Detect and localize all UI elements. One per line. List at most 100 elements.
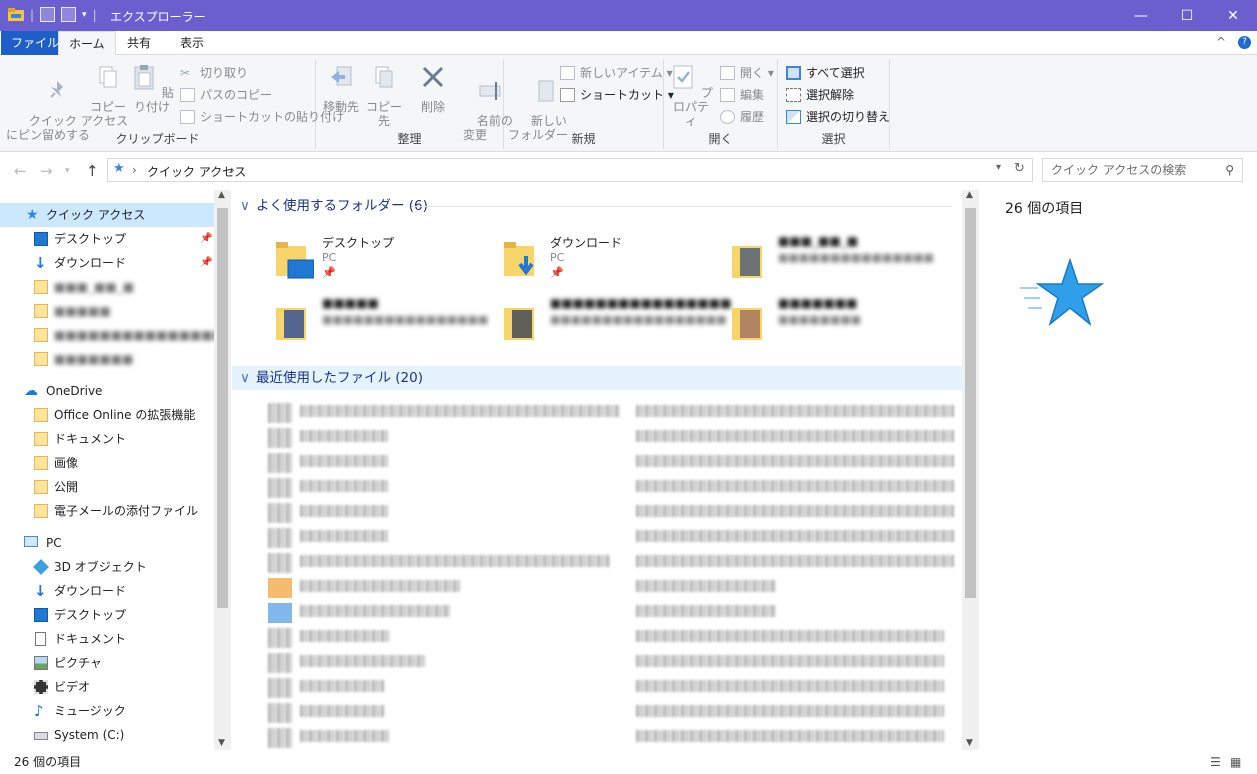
open-group: プロパティ 開く ▾ 編集 履歴 開く (664, 59, 778, 149)
forward-arrow-icon[interactable]: → (40, 162, 53, 180)
paste-button[interactable]: 貼り付け (128, 63, 176, 114)
recent-file-row[interactable] (264, 425, 954, 450)
recent-file-row[interactable] (264, 650, 954, 675)
details-view-icon[interactable]: ☰ (1210, 752, 1221, 772)
invert-selection-button[interactable]: 選択の切り替え (786, 107, 890, 127)
nav-item-pc[interactable]: PC (0, 531, 214, 555)
delete-button[interactable]: 削除 (416, 63, 450, 114)
content-scrollbar[interactable]: ▲ ▼ (962, 190, 979, 750)
move-to-button[interactable]: 移動先 (320, 63, 362, 114)
properties-qa-icon[interactable] (40, 7, 56, 22)
recent-files-header[interactable]: ∨ 最近使用したファイル (20) (232, 366, 962, 390)
nav-item-downloads[interactable]: ↓ ダウンロード 📌 (0, 251, 214, 275)
cut-button[interactable]: ✂ 切り取り (180, 63, 248, 83)
copy-path-icon (180, 88, 195, 102)
content-scroll-thumb[interactable] (965, 208, 976, 598)
copy-button[interactable]: コピー (90, 63, 126, 114)
nav-item-onedrive[interactable]: ☁ OneDrive (0, 379, 214, 403)
tab-home[interactable]: ホーム (58, 31, 116, 56)
recent-file-row[interactable] (264, 450, 954, 475)
recent-locations-icon[interactable]: ▾ (65, 166, 70, 176)
recent-file-row[interactable] (264, 500, 954, 525)
select-all-button[interactable]: すべて選択 (786, 63, 865, 83)
recent-file-row[interactable] (264, 675, 954, 700)
history-button[interactable]: 履歴 (720, 107, 764, 127)
folder-icon (34, 480, 48, 494)
nav-scrollbar[interactable]: ▲ ▼ (214, 190, 231, 750)
chevron-down-icon[interactable]: ▾ (82, 10, 87, 20)
tab-share[interactable]: 共有 (117, 31, 161, 55)
refresh-icon[interactable]: ↻ (1014, 161, 1025, 176)
frequent-folder-tile[interactable]: デスクトップ PC 📌 (276, 234, 496, 290)
scroll-up-icon[interactable]: ▲ (966, 190, 973, 200)
window-title: エクスプローラー (110, 10, 206, 24)
frequent-folders-header[interactable]: ∨ よく使用するフォルダー (6) (232, 194, 962, 218)
back-arrow-icon[interactable]: ← (14, 162, 27, 180)
frequent-folder-tile[interactable]: ■■■■■■■ ■■■■■■■■ (732, 296, 952, 352)
edit-button[interactable]: 編集 (720, 85, 764, 105)
nav-item-od-public[interactable]: 公開 (0, 475, 214, 499)
nav-item-3d-objects[interactable]: 3D オブジェクト (0, 555, 214, 579)
open-button[interactable]: 開く ▾ (720, 63, 774, 83)
help-icon[interactable]: ? (1238, 36, 1251, 49)
nav-item-quick-access[interactable]: ★ クイック アクセス (0, 203, 214, 227)
large-icons-view-icon[interactable]: ▦ (1230, 752, 1241, 772)
recent-file-row[interactable] (264, 400, 954, 425)
scroll-up-icon[interactable]: ▲ (218, 190, 225, 200)
pinned-icon: 📌 (200, 257, 213, 268)
properties-button[interactable]: プロパティ (668, 63, 714, 128)
frequent-folder-tile[interactable]: ダウンロード PC 📌 (504, 234, 724, 290)
nav-item-office-online[interactable]: Office Online の拡張機能 (0, 403, 214, 427)
copy-path-button[interactable]: パスのコピー (180, 85, 272, 105)
scroll-down-icon[interactable]: ▼ (966, 738, 973, 748)
collapse-ribbon-icon[interactable]: ^ (1216, 35, 1226, 49)
file-thumbnail-icon (268, 478, 292, 498)
nav-item-pc-downloads[interactable]: ↓ ダウンロード (0, 579, 214, 603)
nav-item-pc-pictures[interactable]: ピクチャ (0, 651, 214, 675)
nav-item-folder[interactable]: ■■■■■ (0, 299, 214, 323)
organize-group-label: 整理 (397, 132, 422, 146)
up-arrow-icon[interactable]: ↑ (86, 162, 99, 180)
new-item-button[interactable]: 新しいアイテム ▾ (560, 63, 673, 83)
frequent-folder-tile[interactable]: ■■■■■ ■■■■■■■■■■■■■■■■ (276, 296, 496, 352)
tab-view[interactable]: 表示 (170, 31, 214, 55)
easy-access-button[interactable]: ショートカット ▾ (560, 85, 674, 105)
select-none-button[interactable]: 選択解除 (786, 85, 854, 105)
recent-file-row[interactable] (264, 625, 954, 650)
recent-file-row[interactable] (264, 600, 954, 625)
frequent-folder-tile[interactable]: ■■■_■■_■ ■■■■■■■■■■■■■■■ (732, 234, 952, 290)
breadcrumb-separator: › (230, 163, 235, 177)
nav-item-od-pictures[interactable]: 画像 (0, 451, 214, 475)
recent-file-row[interactable] (264, 725, 954, 750)
recent-file-row[interactable] (264, 550, 954, 575)
address-dropdown-icon[interactable]: ▾ (996, 162, 1001, 173)
desktop-folder-icon (276, 242, 314, 279)
nav-item-od-attachments[interactable]: 電子メールの添付ファイル (0, 499, 214, 523)
close-button[interactable]: ✕ (1210, 0, 1256, 31)
recent-file-row[interactable] (264, 475, 954, 500)
file-path (636, 480, 954, 492)
nav-item-pc-music[interactable]: ♪ ミュージック (0, 699, 214, 723)
frequent-folder-tile[interactable]: ■■■■■■■■■■■■■■■■ ■■■■■■■■■■■■■■■■■ (504, 296, 731, 352)
maximize-button[interactable]: ☐ (1164, 0, 1210, 31)
nav-item-pc-desktop[interactable]: デスクトップ (0, 603, 214, 627)
nav-item-pc-videos[interactable]: ビデオ (0, 675, 214, 699)
nav-item-folder[interactable]: ■■■_■■_■ (0, 275, 214, 299)
search-input[interactable]: クイック アクセスの検索 ⚲ (1042, 158, 1243, 182)
new-folder-qa-icon[interactable] (61, 7, 77, 22)
copy-to-button[interactable]: コピー先 (364, 63, 404, 128)
nav-item-pc-documents[interactable]: ドキュメント (0, 627, 214, 651)
nav-item-system-c[interactable]: System (C:) (0, 723, 214, 747)
nav-item-folder[interactable]: ■■■■■■■■■■■■■■■■ (0, 323, 230, 347)
file-thumbnail-icon (268, 453, 292, 473)
minimize-button[interactable]: — (1118, 0, 1164, 31)
nav-item-folder[interactable]: ■■■■■■■ (0, 347, 214, 371)
scroll-down-icon[interactable]: ▼ (218, 738, 225, 748)
nav-item-desktop[interactable]: デスクトップ 📌 (0, 227, 214, 251)
address-box[interactable]: ★ › クイック アクセス › ▾ ↻ (107, 158, 1033, 182)
nav-item-od-documents[interactable]: ドキュメント (0, 427, 214, 451)
recent-file-row[interactable] (264, 575, 954, 600)
recent-file-row[interactable] (264, 700, 954, 725)
nav-scroll-thumb[interactable] (217, 208, 228, 608)
recent-file-row[interactable] (264, 525, 954, 550)
